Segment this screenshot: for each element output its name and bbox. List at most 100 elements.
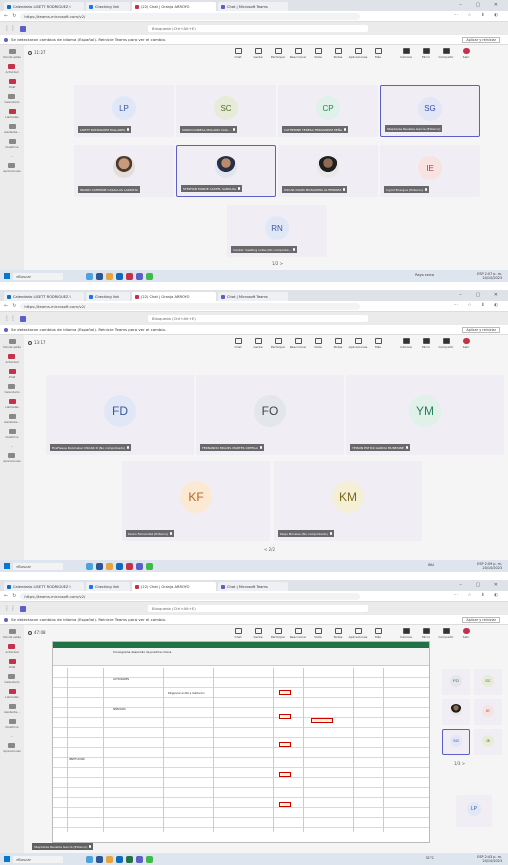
browser-toolbar-icons[interactable]: ⋯ ☆ ⬇ ◐ bbox=[453, 13, 502, 18]
taskbar-search[interactable]: ⌕ Buscar bbox=[13, 855, 63, 863]
camera-button[interactable]: Cámara bbox=[396, 335, 416, 349]
mic-button[interactable]: Micro bbox=[416, 45, 436, 59]
browser-tab-calendar[interactable]: Calendario LISETT RODRIGUEZ I bbox=[4, 2, 84, 11]
app-launcher-icon[interactable]: ⋮⋮ bbox=[4, 315, 16, 322]
apply-restart-button[interactable]: Aplicar y reiniciar bbox=[462, 327, 500, 333]
teams-icon[interactable] bbox=[136, 562, 143, 570]
rail-item[interactable]: ... bbox=[11, 154, 14, 158]
participant-tile[interactable]: INGRID CATERINE CASALLAS LARROTA bbox=[74, 145, 174, 197]
system-tray[interactable]: ESP 2:43 p. m. 24/10/2023 bbox=[477, 855, 502, 863]
leave-button[interactable]: Salir bbox=[456, 45, 476, 59]
participant-tile[interactable]: OSCAR DAVID MOSQUERA GUTIERREZ bbox=[278, 145, 378, 197]
taskview-icon[interactable] bbox=[96, 272, 103, 280]
search-input[interactable]: Búsqueda (Ctrl+Alt+E) bbox=[148, 25, 368, 32]
share-button[interactable]: Compartir bbox=[436, 335, 456, 349]
camera-button[interactable]: Cámara bbox=[396, 625, 416, 639]
mic-button[interactable]: Micro bbox=[416, 335, 436, 349]
leave-button[interactable]: Salir bbox=[456, 625, 476, 639]
share-button[interactable]: Compartir bbox=[436, 45, 456, 59]
participant-tile[interactable]: FO FERNANDO MIGUEL MARTES ORTEGA bbox=[196, 375, 344, 455]
edge-icon[interactable] bbox=[116, 855, 123, 863]
edge-icon[interactable] bbox=[116, 272, 123, 280]
refresh-icon[interactable]: ↻ bbox=[12, 13, 16, 19]
browser-tab-checking[interactable]: Checking link bbox=[86, 2, 130, 11]
mic-button[interactable]: Micro bbox=[416, 625, 436, 639]
people-button[interactable]: Gente bbox=[248, 335, 268, 349]
participant-tile[interactable]: CP CATHERINE TERESA FERNANDEZ PEÑA bbox=[278, 85, 378, 137]
people-button[interactable]: Gente bbox=[248, 45, 268, 59]
rail-item[interactable]: Asistente... bbox=[4, 414, 20, 424]
more-button[interactable]: Más bbox=[368, 45, 388, 59]
rail-item[interactable]: Llamadas bbox=[5, 109, 19, 119]
browser-tab-chat[interactable]: (22) Chat | Granja ARROYO bbox=[132, 292, 216, 301]
share-button[interactable]: Compartir bbox=[436, 625, 456, 639]
react-button[interactable]: Reaccionar bbox=[288, 625, 308, 639]
participant-tile[interactable]: IE bbox=[474, 699, 502, 725]
weather-widget[interactable]: 31°C bbox=[426, 856, 434, 860]
browser-toolbar-icons[interactable]: ⋯ ☆ ⬇ ◐ bbox=[453, 303, 502, 308]
apps-button[interactable]: Aplicaciones bbox=[348, 335, 368, 349]
office-icon[interactable] bbox=[126, 562, 133, 570]
participant-tile[interactable]: SC SORIN DANIELA MOLANO CAIA... bbox=[176, 85, 276, 137]
participant-tile[interactable]: LP LISETT RODRIGUEZ PALLARES bbox=[74, 85, 174, 137]
widget-icon[interactable] bbox=[86, 855, 93, 863]
widget-icon[interactable] bbox=[86, 562, 93, 570]
refresh-icon[interactable]: ↻ bbox=[12, 593, 16, 599]
rail-item[interactable]: Calendario bbox=[4, 384, 20, 394]
window-controls[interactable]: – ▢ ✕ bbox=[459, 582, 504, 588]
windows-start-icon[interactable] bbox=[4, 273, 10, 279]
rail-item[interactable]: Llamadas bbox=[5, 399, 19, 409]
window-controls[interactable]: – ▢ ✕ bbox=[459, 292, 504, 298]
participant-tile[interactable]: LP bbox=[456, 795, 492, 827]
rail-item[interactable]: Chat bbox=[8, 369, 16, 379]
notes-button[interactable]: Notas bbox=[328, 625, 348, 639]
participant-tile[interactable]: FD FireFiesue Roomaber OSCAR D (No compro… bbox=[46, 375, 194, 455]
taskbar-search[interactable]: ⌕ Buscar bbox=[13, 272, 63, 280]
rail-item[interactable]: Asistente... bbox=[4, 124, 20, 134]
browser-tab-chat[interactable]: (22) Chat | Granja ARROYO bbox=[132, 2, 216, 11]
more-button[interactable]: Más bbox=[368, 625, 388, 639]
browser-tab-chat[interactable]: (22) Chat | Granja ARROYO bbox=[132, 582, 216, 591]
window-controls[interactable]: – ▢ ✕ bbox=[459, 2, 504, 8]
chat-button[interactable]: Chat bbox=[228, 45, 248, 59]
edge-icon[interactable] bbox=[116, 562, 123, 570]
taskview-icon[interactable] bbox=[96, 855, 103, 863]
raise-hand-button[interactable]: Participar bbox=[268, 625, 288, 639]
search-input[interactable]: Búsqueda (Ctrl+Alt+E) bbox=[148, 605, 368, 612]
participant-tile-active[interactable]: SG bbox=[442, 729, 470, 755]
participant-tile[interactable]: IE Ingrid Enargue (Externo) bbox=[380, 145, 480, 197]
camera-button[interactable]: Cámara bbox=[396, 45, 416, 59]
chrome-icon[interactable] bbox=[146, 855, 153, 863]
rail-item[interactable]: Actividad bbox=[6, 644, 18, 654]
leave-button[interactable]: Salir bbox=[456, 335, 476, 349]
rail-item[interactable]: Dónde estás bbox=[3, 629, 21, 639]
rail-item[interactable]: OneDrive bbox=[5, 429, 19, 439]
folder-icon[interactable] bbox=[106, 272, 113, 280]
rail-item[interactable]: Chat bbox=[8, 659, 16, 669]
rail-item[interactable]: Dónde estás bbox=[3, 49, 21, 59]
notes-button[interactable]: Notas bbox=[328, 45, 348, 59]
notes-button[interactable]: Notas bbox=[328, 335, 348, 349]
back-icon[interactable]: ← bbox=[4, 593, 8, 599]
shared-screen-spreadsheet[interactable]: Cronograma desarrollo de practica clinic… bbox=[52, 641, 430, 843]
page-indicator[interactable]: 1/2 > bbox=[272, 261, 283, 266]
participant-tile[interactable]: JE bbox=[474, 729, 502, 755]
system-tray[interactable]: ESP 2:09 p. m. 24/10/2023 bbox=[477, 562, 502, 570]
teams-icon[interactable] bbox=[136, 272, 143, 280]
rail-item[interactable]: Llamadas bbox=[5, 689, 19, 699]
rail-item[interactable]: ... bbox=[11, 734, 14, 738]
view-button[interactable]: Vista bbox=[308, 335, 328, 349]
participant-tile-active[interactable]: STEPHAN FARIDE CASTEL SARDUAL bbox=[176, 145, 276, 197]
view-button[interactable]: Vista bbox=[308, 625, 328, 639]
participant-tile[interactable]: KM Kelys Morales (No comprobado) bbox=[274, 461, 422, 541]
react-button[interactable]: Reaccionar bbox=[288, 45, 308, 59]
refresh-icon[interactable]: ↻ bbox=[12, 303, 16, 309]
rail-item[interactable]: Calendario bbox=[4, 94, 20, 104]
rail-item[interactable]: Dónde estás bbox=[3, 339, 21, 349]
apps-button[interactable]: Aplicaciones bbox=[348, 625, 368, 639]
participant-tile[interactable] bbox=[442, 699, 470, 725]
app-launcher-icon[interactable]: ⋮⋮ bbox=[4, 25, 16, 32]
rail-item[interactable]: Aplicaciones bbox=[3, 743, 21, 753]
url-field[interactable]: https://teams.microsoft.com/v2/ bbox=[20, 12, 361, 20]
weather-widget[interactable]: INU bbox=[428, 563, 434, 567]
